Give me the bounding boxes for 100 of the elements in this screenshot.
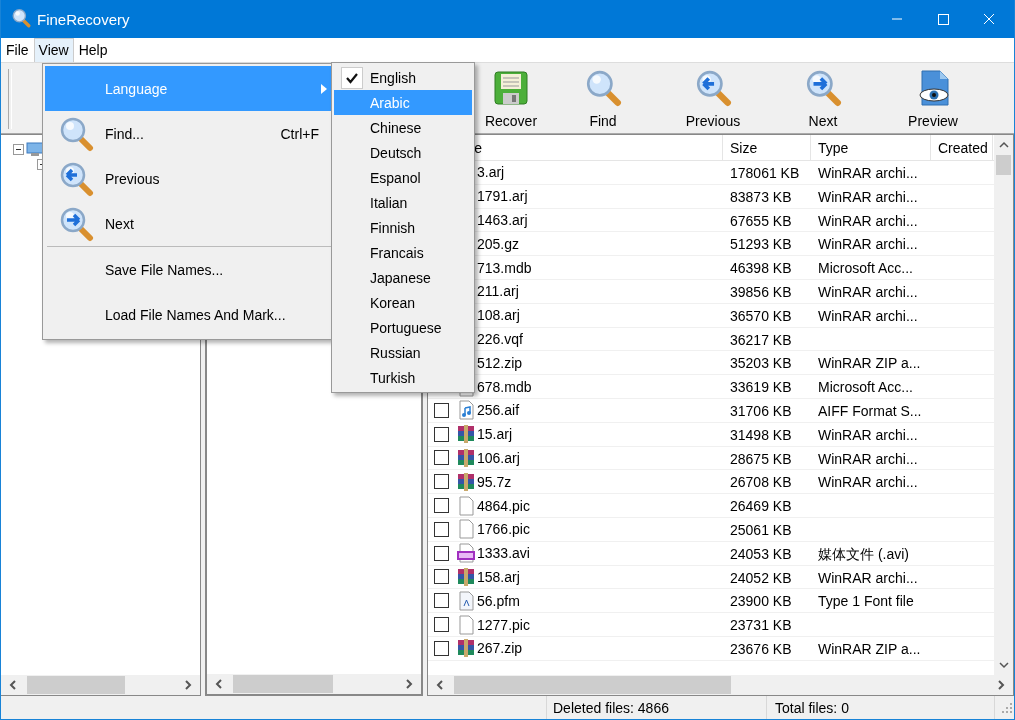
magnifier-icon [584, 69, 622, 107]
file-name: 205.gz [477, 235, 520, 252]
magnifier-right-arrow-icon [58, 205, 94, 242]
menu-item[interactable]: Load File Names And Mark... [45, 292, 333, 337]
menu-item[interactable]: Finnish [334, 215, 472, 240]
menu-item[interactable]: Next [45, 201, 333, 246]
magnifier-left-arrow-icon [58, 160, 94, 197]
file-name: 713.mdb [477, 259, 532, 276]
column-header[interactable]: Type [811, 135, 931, 160]
previous-button[interactable]: Previous [658, 63, 768, 131]
menu-item[interactable]: View [33, 38, 74, 62]
table-cell-text: 媒体文件 (.avi) [817, 544, 910, 564]
menu-item[interactable]: Save File Names... [45, 247, 333, 292]
file-name: 211.arj [477, 283, 519, 300]
checkbox[interactable] [434, 450, 449, 466]
checkbox[interactable] [434, 545, 449, 561]
table-cell-text: WinRAR archi... [817, 164, 919, 183]
scroll-down-icon [997, 659, 1010, 671]
magnifier-right-arrow-icon [804, 69, 842, 107]
menu-item[interactable]: Find... Ctrl+F [45, 111, 333, 156]
status-text: Deleted files: 4866 [553, 699, 669, 716]
menu-item[interactable]: Espanol [334, 165, 472, 190]
table-cell-text: 67655 KB [729, 211, 793, 231]
preview-button[interactable]: Preview [878, 63, 988, 131]
table-cell-text: WinRAR archi... [817, 425, 919, 445]
file-name: 1333.avi [477, 545, 530, 562]
scroll-right-icon [182, 679, 194, 691]
table-cell-text: WinRAR ZIP a... [817, 639, 922, 659]
checkbox[interactable] [434, 426, 449, 442]
table-cell-text: 23731 KB [729, 616, 793, 636]
file-name: 158.arj [477, 568, 520, 585]
scrollbar-thumb[interactable] [27, 676, 126, 694]
file-name: 106.arj [477, 449, 520, 466]
resize-grip-icon [1001, 701, 1013, 714]
checkbox[interactable] [434, 640, 449, 656]
file-name: 4864.pic [477, 497, 530, 514]
table-cell-text: Microsoft Acc... [817, 378, 914, 398]
menu-item[interactable]: Italian [334, 190, 472, 215]
window-title: FineRecovery [37, 10, 130, 28]
column-header[interactable]: Created [931, 135, 993, 160]
table-cell-text: WinRAR ZIP a... [817, 354, 922, 374]
menu-item[interactable]: Help [73, 38, 113, 62]
table-cell-text: 31706 KB [729, 401, 793, 421]
table-cell-text: 46398 KB [729, 259, 793, 279]
table-cell-text: 178061 KB [729, 164, 801, 183]
file-name: 56.pfm [477, 592, 520, 609]
checkbox[interactable] [434, 569, 449, 585]
checkbox[interactable] [434, 521, 449, 537]
menu-item[interactable]: English [334, 65, 472, 90]
checkbox[interactable] [434, 474, 449, 490]
vertical-scrollbar[interactable] [994, 135, 1013, 675]
menu-item[interactable]: File [1, 38, 34, 62]
menu-item[interactable]: Korean [334, 290, 472, 315]
checkbox[interactable] [434, 402, 449, 418]
table-cell-text: Microsoft Acc... [817, 259, 914, 279]
find-button[interactable]: Find [548, 63, 658, 131]
next-button[interactable]: Next [768, 63, 878, 131]
file-name: 3.arj [477, 164, 505, 181]
scrollbar-thumb[interactable] [996, 155, 1011, 175]
file-name: 1463.arj [477, 212, 528, 228]
file-name: 95.7z [477, 473, 512, 490]
table-cell-text: 28675 KB [729, 449, 793, 469]
horizontal-scrollbar[interactable] [1, 675, 200, 695]
table-cell-text: WinRAR archi... [817, 306, 919, 326]
scrollbar-thumb[interactable] [454, 676, 732, 694]
table-cell-text: 26469 KB [729, 497, 793, 517]
checkbox[interactable] [434, 498, 449, 514]
file-name: 678.mdb [477, 378, 532, 395]
menu-item[interactable]: Portuguese [334, 315, 472, 340]
archive-icon [456, 638, 476, 659]
table-cell-text: 51293 KB [729, 235, 793, 255]
recover-button[interactable]: Recover [474, 63, 548, 131]
table-cell-text: 26708 KB [729, 473, 793, 493]
scroll-right-icon [995, 679, 1007, 691]
toolbar-grip [8, 69, 12, 129]
file-name: 1277.pic [477, 616, 530, 633]
table-cell-text: 31498 KB [729, 425, 793, 445]
menu-item[interactable]: Russian [334, 340, 472, 365]
checkbox[interactable] [434, 593, 449, 609]
horizontal-scrollbar[interactable] [428, 675, 1013, 695]
shortcut-text: Ctrl+F [280, 125, 319, 142]
table-cell-text: WinRAR archi... [817, 187, 919, 207]
scroll-left-icon [213, 678, 225, 690]
menu-item[interactable]: Previous [45, 156, 333, 201]
magnifier-icon [11, 7, 31, 28]
table-cell-text: WinRAR archi... [817, 449, 919, 469]
checkbox[interactable] [434, 617, 449, 633]
scrollbar-thumb[interactable] [233, 675, 334, 693]
table-cell-text: 36570 KB [729, 306, 793, 326]
horizontal-scrollbar[interactable] [207, 674, 421, 694]
table-cell-text: WinRAR archi... [817, 235, 919, 255]
table-cell-text: 36217 KB [729, 330, 793, 350]
table-cell-text: 35203 KB [729, 354, 793, 374]
collapse-icon [13, 143, 24, 155]
file-name: 256.aif [477, 402, 520, 419]
menu-item[interactable]: Francais [334, 240, 472, 265]
menu-item[interactable]: Japanese [334, 265, 472, 290]
table-cell-text: 83873 KB [729, 187, 793, 207]
column-header[interactable]: Size [723, 135, 811, 160]
file-name: 1766.pic [477, 521, 530, 538]
